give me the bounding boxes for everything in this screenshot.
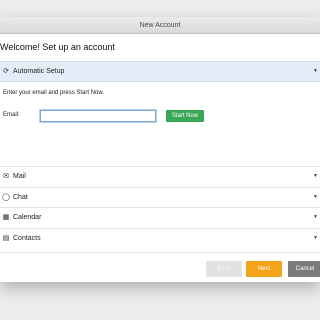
- start-now-button[interactable]: Start Now: [166, 110, 204, 122]
- section-label: Mail: [13, 173, 26, 180]
- section-automatic-setup[interactable]: ⟳ Automatic Setup ▼: [0, 61, 320, 82]
- chat-icon: ◯: [2, 194, 10, 201]
- refresh-icon: ⟳: [3, 68, 9, 75]
- section-mail[interactable]: ✉ Mail ▼: [0, 166, 320, 186]
- chevron-down-icon: ▼: [313, 235, 318, 241]
- section-calendar[interactable]: ▦ Calendar ▼: [0, 207, 320, 227]
- window-title: New Account: [139, 22, 181, 29]
- section-label: Contacts: [13, 235, 41, 242]
- section-label: Calendar: [13, 214, 42, 221]
- chevron-down-icon: ▼: [313, 68, 318, 74]
- email-field[interactable]: [40, 110, 156, 122]
- chevron-down-icon: ▼: [313, 214, 318, 220]
- window-titlebar: New Account: [0, 17, 320, 34]
- footer-divider: [0, 252, 320, 253]
- back-button[interactable]: Back: [206, 261, 242, 277]
- welcome-heading: Welcome! Set up an account: [0, 42, 115, 52]
- setup-instruction: Enter your email and press Start Now.: [3, 90, 105, 96]
- section-label: Chat: [13, 194, 28, 201]
- contacts-icon: ▤: [2, 235, 10, 242]
- calendar-icon: ▦: [2, 214, 10, 221]
- section-chat[interactable]: ◯ Chat ▼: [0, 187, 320, 207]
- email-label: Email:: [3, 112, 20, 118]
- next-button[interactable]: Next: [246, 261, 282, 277]
- section-contacts[interactable]: ▤ Contacts ▼: [0, 228, 320, 248]
- cancel-button[interactable]: Cancel: [288, 261, 320, 277]
- section-label: Automatic Setup: [13, 68, 65, 75]
- mail-icon: ✉: [3, 173, 9, 180]
- chevron-down-icon: ▼: [313, 194, 318, 200]
- chevron-down-icon: ▼: [313, 173, 318, 179]
